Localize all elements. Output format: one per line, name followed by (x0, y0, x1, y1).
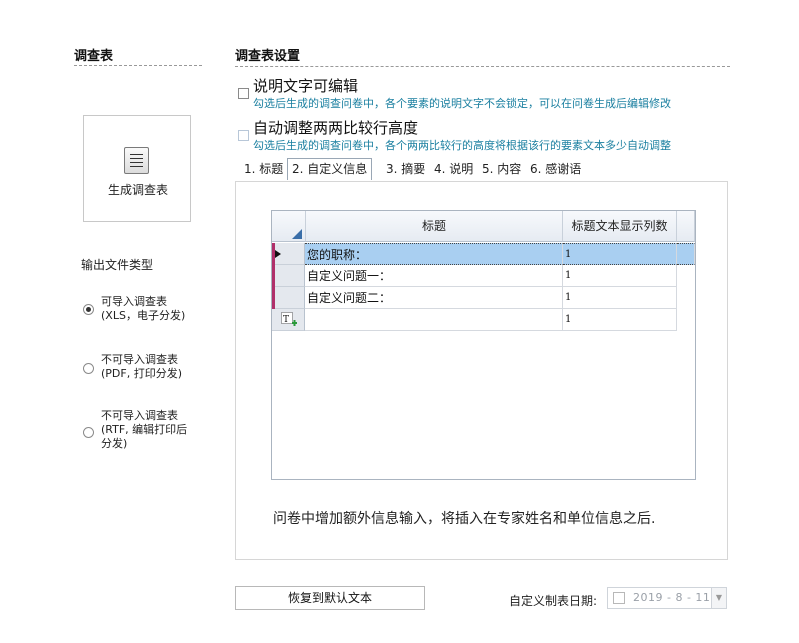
output-option-xls-line2: (XLS，电子分发) (101, 309, 186, 322)
radio-xls[interactable] (83, 304, 94, 315)
column-header-title[interactable]: 标题 (306, 211, 563, 242)
document-icon (124, 147, 149, 174)
editable-desc-title: 说明文字可编辑 (253, 77, 359, 95)
row-marker (272, 265, 275, 287)
tab-custom-info[interactable]: 2. 自定义信息 (287, 158, 373, 180)
tab-thanks[interactable]: 6. 感谢语 (530, 159, 581, 179)
reset-default-text-button[interactable]: 恢复到默认文本 (235, 586, 425, 610)
cell-title[interactable]: 您的职称： (305, 243, 563, 265)
output-option-xls-line1: 可导入调查表 (101, 295, 167, 308)
column-header-filler (677, 211, 695, 242)
add-row-icon: T (281, 312, 297, 326)
custom-date-value: 2019 - 8 - 11 (633, 591, 711, 604)
cell-title[interactable]: 自定义问题二： (305, 287, 563, 309)
select-all-icon (292, 229, 302, 239)
output-option-rtf[interactable]: 不可导入调查表 (RTF, 编辑打印后 分发) (83, 408, 203, 456)
auto-height-title: 自动调整两两比较行高度 (253, 119, 419, 137)
output-option-pdf-line2: (PDF, 打印分发) (101, 367, 183, 380)
settings-title: 调查表设置 (235, 49, 301, 64)
output-option-rtf-line2: (RTF, 编辑打印后 (101, 423, 188, 436)
row-marker (272, 243, 275, 265)
table-row[interactable]: 自定义问题一： 1 (272, 265, 695, 287)
cell-display-cols[interactable]: 1 (563, 265, 677, 287)
generate-survey-label: 生成调查表 (107, 183, 168, 197)
custom-date-checkbox[interactable] (613, 592, 625, 604)
cell-display-cols[interactable]: 1 (563, 287, 677, 309)
output-type-label: 输出文件类型 (81, 258, 154, 272)
radio-pdf[interactable] (83, 363, 94, 374)
output-option-xls[interactable]: 可导入调查表 (XLS，电子分发) (83, 293, 203, 327)
tab-summary[interactable]: 3. 摘要 (386, 159, 425, 179)
row-header[interactable] (272, 243, 305, 265)
cell-title[interactable] (305, 309, 563, 331)
radio-rtf[interactable] (83, 427, 94, 438)
auto-height-hint: 勾选后生成的调查问卷中，各个两两比较行的高度将根据该行的要素文本多少自动调整 (253, 139, 671, 152)
cell-filler (677, 243, 695, 265)
row-header[interactable] (272, 265, 305, 287)
tab-content[interactable]: 5. 内容 (482, 159, 521, 179)
table-row[interactable]: 您的职称： 1 (272, 243, 695, 265)
cell-title[interactable]: 自定义问题一： (305, 265, 563, 287)
output-option-rtf-line3: 分发) (101, 437, 128, 450)
left-panel-title: 调查表 (74, 49, 114, 64)
row-marker (272, 287, 275, 309)
generate-survey-button[interactable]: 生成调查表 (83, 115, 191, 222)
grid-corner[interactable] (272, 211, 306, 242)
tab-footnote: 问卷中增加额外信息输入，将插入在专家姓名和单位信息之后. (273, 511, 656, 527)
current-row-arrow-icon (275, 250, 281, 258)
output-option-pdf[interactable]: 不可导入调查表 (PDF, 打印分发) (83, 352, 203, 386)
custom-date-label: 自定义制表日期: (509, 594, 598, 608)
output-option-pdf-line1: 不可导入调查表 (101, 353, 178, 366)
settings-title-divider (235, 66, 730, 67)
row-header[interactable]: T (272, 309, 305, 331)
chevron-down-icon[interactable]: ▼ (711, 588, 726, 608)
table-row-new[interactable]: T 1 (272, 309, 695, 331)
cell-display-cols[interactable]: 1 (563, 243, 677, 265)
left-title-divider (74, 65, 202, 66)
editable-desc-hint: 勾选后生成的调查问卷中，各个要素的说明文字不会锁定，可以在问卷生成后编辑修改 (253, 97, 671, 110)
row-header[interactable] (272, 287, 305, 309)
output-option-rtf-line1: 不可导入调查表 (101, 409, 178, 422)
cell-display-cols[interactable]: 1 (563, 309, 677, 331)
custom-info-grid[interactable]: 标题 标题文本显示列数 您的职称： 1 自定义问题一： 1 自定义问题二： 1 … (271, 210, 696, 480)
tab-title[interactable]: 1. 标题 (244, 159, 283, 179)
column-header-display-cols[interactable]: 标题文本显示列数 (563, 211, 677, 242)
table-row[interactable]: 自定义问题二： 1 (272, 287, 695, 309)
custom-date-picker[interactable]: 2019 - 8 - 11 ▼ (607, 587, 727, 609)
editable-desc-checkbox[interactable] (238, 88, 249, 99)
tab-instructions[interactable]: 4. 说明 (434, 159, 473, 179)
svg-text:T: T (283, 315, 289, 325)
auto-height-checkbox[interactable] (238, 130, 249, 141)
